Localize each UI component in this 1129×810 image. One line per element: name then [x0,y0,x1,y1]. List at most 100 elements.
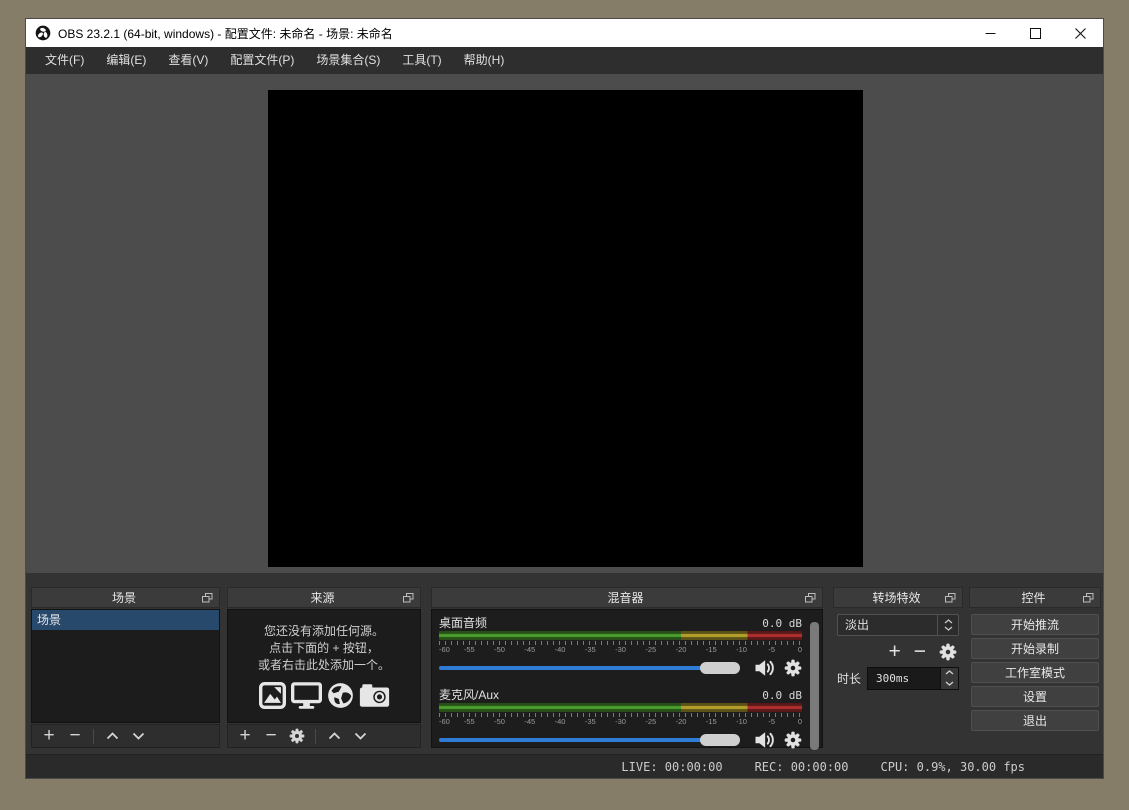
meter-tick-label: -35 [585,645,596,654]
studio-mode-button[interactable]: 工作室模式 [971,662,1099,683]
mute-button[interactable] [754,731,775,749]
scene-list-item-selected[interactable]: 场景 [32,610,219,630]
menu-edit[interactable]: 编辑(E) [95,47,157,74]
meter-tick-label: -55 [464,717,475,726]
channel-name: 麦克风/Aux [439,686,499,703]
meter-tick-label: -30 [615,717,626,726]
transitions-panel-header[interactable]: 转场特效 [833,587,963,608]
meter-tick-label: -55 [464,645,475,654]
duration-label: 时长 [837,670,861,687]
mixer-scrollbar[interactable] [810,622,819,750]
chevron-down-icon [945,681,954,686]
mute-button[interactable] [754,659,775,677]
sources-empty-state[interactable]: 您还没有添加任何源。 点击下面的 + 按钮， 或者右击此处添加一个。 [227,609,421,723]
popout-icon[interactable] [945,593,959,603]
minimize-button[interactable] [968,19,1013,47]
remove-transition-button[interactable]: − [914,642,926,662]
move-scene-down-button[interactable] [127,726,149,746]
meter-tick-label: 0 [798,645,802,654]
start-streaming-button[interactable]: 开始推流 [971,614,1099,635]
add-transition-button[interactable]: + [888,642,900,662]
titlebar: OBS 23.2.1 (64-bit, windows) - 配置文件: 未命名… [26,19,1103,47]
volume-slider-track [439,666,702,670]
volume-slider[interactable] [439,661,745,675]
menu-help[interactable]: 帮助(H) [453,47,516,74]
controls-panel-header[interactable]: 控件 [969,587,1101,608]
speaker-icon [754,731,775,749]
chevron-up-icon [945,670,954,675]
camera-source-icon [359,682,390,709]
popout-icon[interactable] [1083,593,1097,603]
popout-icon[interactable] [202,593,216,603]
channel-level-db: 0.0 dB [762,689,802,702]
menubar: 文件(F) 编辑(E) 查看(V) 配置文件(P) 场景集合(S) 工具(T) … [26,47,1103,74]
meter-tick-label: -15 [706,717,717,726]
transition-select-arrows[interactable] [937,615,958,635]
sources-toolbar: + − [227,724,421,748]
meter-tick-label: -45 [524,645,535,654]
controls-panel: 控件 开始推流 开始录制 工作室模式 设置 退出 [969,587,1101,748]
remove-scene-button[interactable]: − [64,726,86,746]
menu-view[interactable]: 查看(V) [157,47,219,74]
move-source-down-button[interactable] [349,726,371,746]
menu-tools[interactable]: 工具(T) [391,47,452,74]
move-scene-up-button[interactable] [101,726,123,746]
menu-file[interactable]: 文件(F) [34,47,95,74]
display-source-icon [291,682,322,709]
meter-tick-label: -60 [439,717,450,726]
transition-select[interactable]: 淡出 [837,614,959,636]
meter-tick-label: -25 [645,645,656,654]
remove-source-button[interactable]: − [260,726,282,746]
maximize-button[interactable] [1013,19,1058,47]
menu-scene-collection[interactable]: 场景集合(S) [305,47,391,74]
mixer-panel-header[interactable]: 混音器 [431,587,823,608]
settings-button[interactable]: 设置 [971,686,1099,707]
duration-decrease-button[interactable] [941,678,958,689]
meter-tick-label: -15 [706,645,717,654]
volume-slider-handle[interactable] [700,734,740,746]
scenes-panel: 场景 场景 + − [31,587,220,748]
add-scene-button[interactable]: + [38,726,60,746]
popout-icon[interactable] [805,593,819,603]
menu-profile[interactable]: 配置文件(P) [219,47,305,74]
close-button[interactable] [1058,19,1103,47]
scene-list[interactable]: 场景 [31,609,220,723]
preview-canvas[interactable] [268,90,863,567]
channel-settings-button[interactable] [784,659,802,677]
scenes-panel-header[interactable]: 场景 [31,587,220,608]
transition-properties-button[interactable] [939,643,957,661]
source-properties-button[interactable] [286,726,308,746]
meter-scale: -60-55-50-45-40-35-30-25-20-15-10-50 [439,717,802,727]
sources-panel: 来源 您还没有添加任何源。 点击下面的 + 按钮， 或者右击此处添加一个。 [227,587,421,748]
meter-tick-label: -45 [524,717,535,726]
meter-tick-label: -60 [439,645,450,654]
mixer-panel: 混音器 桌面音频 0.0 dB -60-55-50-45-40-35-30-25… [431,587,823,748]
move-source-up-button[interactable] [323,726,345,746]
start-recording-button[interactable]: 开始录制 [971,638,1099,659]
gear-icon [289,728,305,744]
meter-tick-label: -20 [676,717,687,726]
obs-logo-icon [35,25,51,41]
meter-tick-label: -30 [615,645,626,654]
toolbar-separator [315,729,316,744]
add-source-button[interactable]: + [234,726,256,746]
volume-slider-track [439,738,702,742]
transitions-panel-title: 转场特效 [834,589,945,606]
sources-panel-header[interactable]: 来源 [227,587,421,608]
volume-slider-handle[interactable] [700,662,740,674]
meter-tick-label: 0 [798,717,802,726]
volume-slider[interactable] [439,733,745,747]
globe-source-icon [327,682,354,709]
duration-spinbox[interactable]: 300ms [867,667,959,690]
meter-tick-label: -5 [768,717,775,726]
duration-increase-button[interactable] [941,668,958,679]
exit-button[interactable]: 退出 [971,710,1099,731]
meter-tick-label: -40 [555,717,566,726]
mixer-channel-desktop-audio: 桌面音频 0.0 dB -60-55-50-45-40-35-30-25-20-… [439,614,802,679]
transition-selected-value: 淡出 [838,615,937,635]
channel-settings-button[interactable] [784,731,802,749]
mixer-panel-title: 混音器 [432,589,805,606]
popout-icon[interactable] [403,593,417,603]
speaker-icon [754,659,775,677]
meter-tick-label: -5 [768,645,775,654]
